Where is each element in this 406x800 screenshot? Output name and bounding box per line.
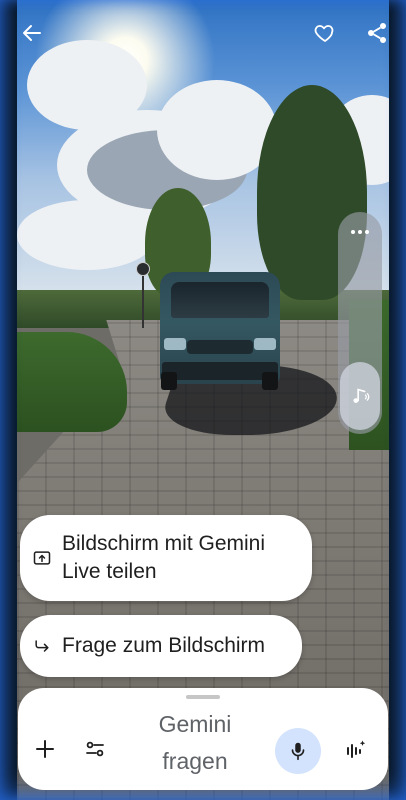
back-button[interactable] — [19, 20, 45, 46]
mic-button[interactable] — [275, 728, 321, 774]
ask-gemini-input[interactable]: Gemini fragen — [136, 706, 254, 780]
share-button[interactable] — [364, 20, 390, 46]
arrow-left-icon — [23, 25, 41, 41]
share-screen-icon — [32, 548, 52, 568]
grass-left — [17, 332, 127, 432]
car-headlight — [254, 338, 276, 350]
tools-button[interactable] — [82, 736, 108, 762]
plus-icon — [36, 740, 54, 758]
ask-about-screen-chip[interactable]: Frage zum Bildschirm — [20, 615, 302, 677]
share-screen-with-gemini-live-chip[interactable]: Bildschirm mit Gemini Live teilen — [20, 515, 312, 601]
cloud — [17, 200, 157, 270]
chip-label: Frage zum Bildschirm — [62, 634, 266, 657]
car-bumper — [162, 362, 278, 380]
background-photo — [17, 0, 389, 800]
car-wheel — [262, 372, 278, 390]
car-headlight — [164, 338, 186, 350]
tune-icon — [86, 741, 104, 757]
gemini-live-icon — [347, 740, 366, 758]
favorite-button[interactable] — [312, 20, 338, 46]
mic-icon — [291, 742, 305, 761]
more-horizontal-icon[interactable] — [338, 222, 382, 242]
prompt-line: Gemini — [158, 711, 232, 737]
heart-outline-icon — [314, 25, 334, 42]
gemini-input-panel: Gemini fragen — [18, 688, 388, 790]
chip-label: Bildschirm mit Gemini Live teilen — [62, 532, 266, 583]
share-icon — [368, 23, 386, 43]
road-sign — [136, 262, 150, 276]
car-grille — [187, 340, 253, 354]
audio-button[interactable] — [340, 362, 380, 430]
car-wheel — [161, 372, 177, 390]
gemini-live-button[interactable] — [341, 736, 369, 764]
music-note-icon — [353, 388, 370, 403]
sign-pole — [142, 268, 144, 328]
redo-arrow-icon — [32, 636, 52, 656]
drag-handle[interactable] — [186, 695, 220, 699]
media-side-panel[interactable] — [338, 212, 382, 434]
car-windshield — [171, 282, 269, 318]
add-button[interactable] — [32, 736, 58, 762]
prompt-line: fragen — [162, 748, 228, 774]
